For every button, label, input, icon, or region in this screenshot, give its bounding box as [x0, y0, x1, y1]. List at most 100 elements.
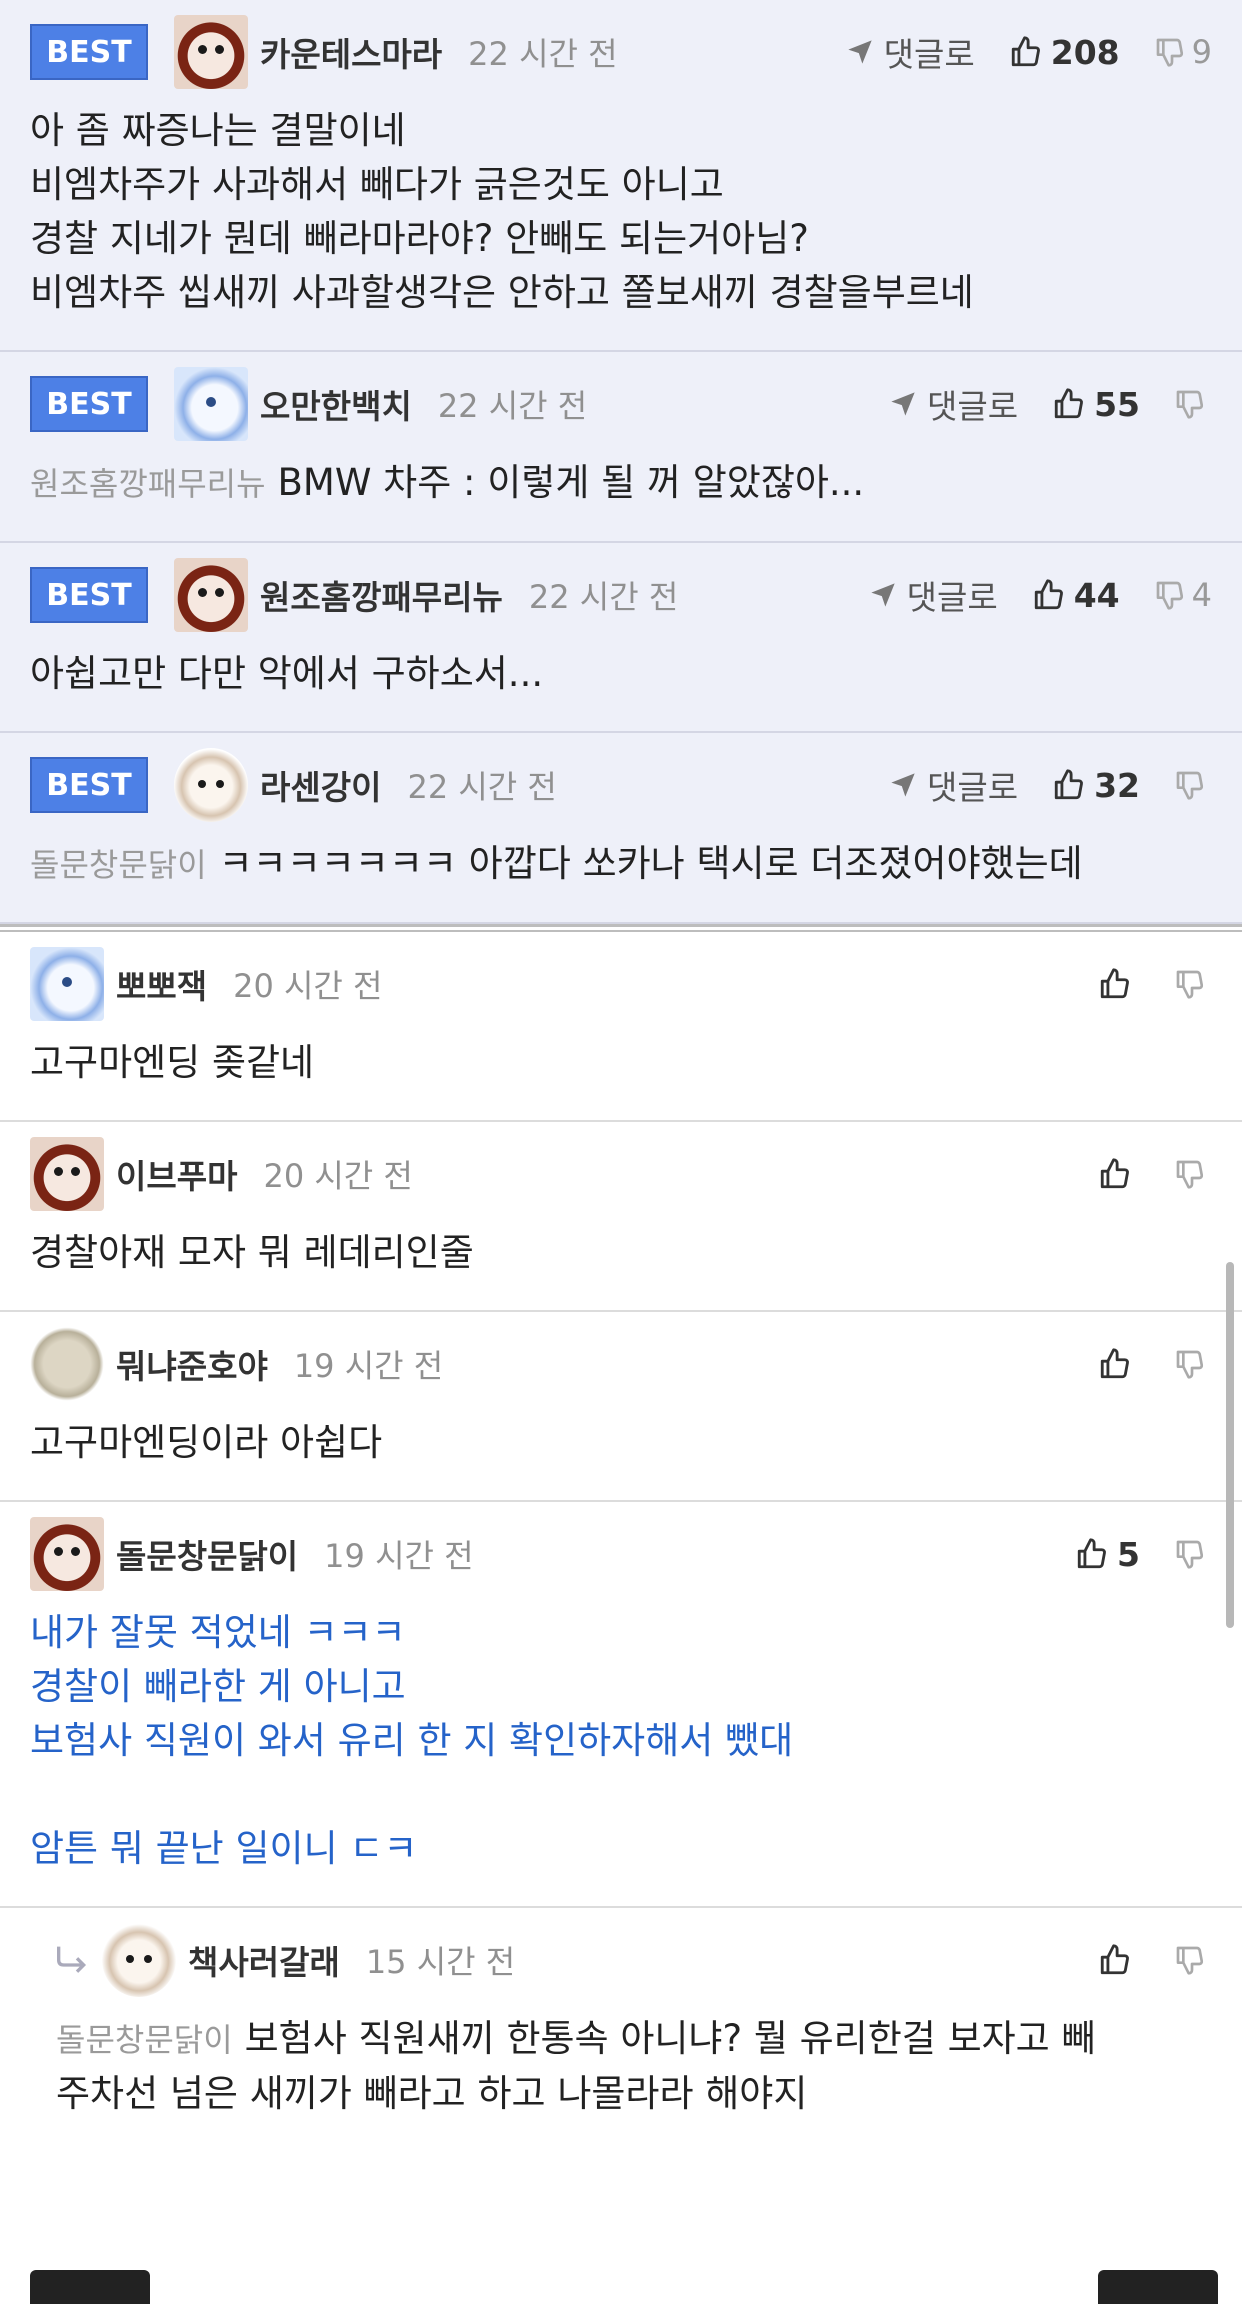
puppy-icon[interactable] — [174, 748, 248, 822]
like-button[interactable]: 44 — [1032, 576, 1120, 615]
best-badge: BEST — [30, 757, 148, 813]
thumbs-down-icon — [1174, 1538, 1212, 1570]
comment-text: 경찰아재 모자 뭐 레데리인줄 — [30, 1231, 474, 1274]
comment-body: 돌문창문닭이 보험사 직원새끼 한통속 아니냐? 뭘 유리한걸 보자고 빼 주차선 … — [26, 2012, 1242, 2151]
mention-ref[interactable]: 원조홈깡패무리뉴 — [30, 465, 266, 503]
dog-icon[interactable] — [30, 1517, 104, 1591]
reply-button[interactable]: 댓글로 — [846, 28, 975, 76]
dislike-button[interactable] — [1174, 388, 1212, 420]
dislike-button[interactable] — [1174, 1348, 1212, 1380]
reply-button[interactable]: 댓글로 — [889, 761, 1018, 809]
dislike-button[interactable] — [1174, 1944, 1212, 1976]
like-button[interactable]: 208 — [1009, 33, 1120, 72]
comment-line: 돌문창문닭이 보험사 직원새끼 한통속 아니냐? 뭘 유리한걸 보자고 빼 — [56, 2012, 1212, 2067]
author-nickname[interactable]: 카운테스마라 — [260, 28, 442, 76]
dog-icon[interactable] — [174, 15, 248, 89]
bottom-left-button[interactable] — [30, 2270, 150, 2304]
thumbs-up-icon — [1075, 1537, 1117, 1571]
dislike-button[interactable] — [1174, 1538, 1212, 1570]
author-nickname[interactable]: 이브푸마 — [116, 1150, 237, 1198]
comment-actions — [1098, 1347, 1212, 1381]
dislike-button[interactable] — [1174, 769, 1212, 801]
reply-thread: 책사러갈래 15 시간 전 돌문창문닭이 보험사 직원새끼 한통속 아니냐? 뭘 유리… — [0, 1908, 1242, 2151]
comment-actions — [1098, 967, 1212, 1001]
comment-author: 뭐냐준호야 19 시간 전 — [30, 1327, 1098, 1401]
like-button[interactable] — [1098, 1157, 1140, 1191]
comment: 뽀뽀잭 20 시간 전고구마엔딩 좆같네 — [0, 932, 1242, 1122]
thumbs-up-icon — [1032, 578, 1074, 612]
comment-line: 아 좀 짜증나는 결말이네 — [30, 104, 1212, 158]
comment-time: 20 시간 전 — [233, 967, 383, 1005]
comment: 책사러갈래 15 시간 전 돌문창문닭이 보험사 직원새끼 한통속 아니냐? 뭘 유리… — [26, 1908, 1242, 2151]
comment-body: 아 좀 짜증나는 결말이네비엠차주가 사과해서 빼다가 긁은것도 아니고경찰 지… — [0, 104, 1242, 350]
thumbs-down-icon — [1154, 579, 1192, 611]
reply-label: 댓글로 — [906, 578, 998, 617]
thumbs-down-icon — [1174, 769, 1212, 801]
dislike-count: 9 — [1191, 33, 1212, 71]
dislike-button[interactable] — [1174, 1158, 1212, 1190]
like-button[interactable]: 32 — [1052, 766, 1140, 805]
best-comment: BEST 카운테스마라 22 시간 전 댓글로 208 9 아 좀 짜증나는 결말이네 비엠차… — [0, 0, 1242, 352]
author-nickname[interactable]: 뭐냐준호야 — [116, 1340, 268, 1388]
scrollbar[interactable] — [1226, 1262, 1234, 1628]
best-badge: BEST — [30, 567, 148, 623]
thumbs-up-icon — [1098, 967, 1140, 1001]
author-nickname[interactable]: 돌문창문닭이 — [116, 1530, 298, 1578]
comment-meta: BEST 원조홈깡패무리뉴 22 시간 전 댓글로 44 4 — [0, 543, 1242, 647]
comment-actions: 댓글로 44 4 — [869, 571, 1212, 619]
comment-line: 보험사 직원이 와서 유리 한 지 확인하자해서 뺐대 — [30, 1714, 1212, 1768]
blob-icon[interactable] — [30, 1327, 104, 1401]
comment-time: 22 시간 전 — [468, 35, 618, 73]
comment-line: 비엠차주 씹새끼 사과할생각은 안하고 쫄보새끼 경찰을부르네 — [30, 266, 1212, 320]
comment-text: ㅋㅋㅋㅋㅋㅋㅋ 아깝다 쏘카나 택시로 더조졌어야했는데 — [218, 842, 1083, 885]
comment-text: 경찰이 빼라한 게 아니고 — [30, 1665, 406, 1708]
reply-label: 댓글로 — [926, 768, 1019, 807]
comment-text: 고구마엔딩 좆같네 — [30, 1041, 315, 1084]
comment-text: 비엠차주가 사과해서 빼다가 긁은것도 아니고 — [30, 163, 724, 206]
comment-text: 보험사 직원새끼 한통속 아니냐? 뭘 유리한걸 보자고 빼 — [244, 2017, 1096, 2060]
comment-body: 경찰아재 모자 뭐 레데리인줄 — [0, 1226, 1242, 1310]
dog-icon[interactable] — [174, 558, 248, 632]
author-nickname[interactable]: 오만한백치 — [260, 380, 412, 428]
comment-meta: 돌문창문닭이 19 시간 전 5 — [0, 1502, 1242, 1606]
like-button[interactable]: 55 — [1052, 385, 1140, 424]
comment-text: 경찰 지네가 뭔데 빼라마라야? 안빼도 되는거아님? — [30, 217, 809, 260]
thumbs-down-icon — [1174, 968, 1212, 1000]
author-nickname[interactable]: 뽀뽀잭 — [116, 960, 207, 1008]
comment-actions — [1098, 1943, 1212, 1977]
mention-ref[interactable]: 돌문창문닭이 — [30, 846, 207, 884]
send-arrow-icon — [846, 38, 884, 66]
comment-line: 원조홈깡패무리뉴 BMW 차주 : 이렇게 될 꺼 알았잖아... — [30, 456, 1212, 511]
like-button[interactable] — [1098, 1347, 1140, 1381]
ghost-icon[interactable] — [174, 367, 248, 441]
dislike-button[interactable]: 4 — [1154, 576, 1212, 614]
thumbs-down-icon — [1174, 1158, 1212, 1190]
comment-line: 내가 잘못 적었네 ㅋㅋㅋ — [30, 1606, 1212, 1660]
comment-text: 내가 잘못 적었네 ㅋㅋㅋ — [30, 1611, 406, 1654]
comment-meta: BEST 라센강이 22 시간 전 댓글로 32 — [0, 733, 1242, 837]
ghost-icon[interactable] — [30, 947, 104, 1021]
mention-ref[interactable]: 돌문창문닭이 — [56, 2021, 233, 2059]
like-count: 32 — [1094, 765, 1140, 805]
reply-button[interactable]: 댓글로 — [889, 380, 1018, 428]
send-arrow-icon — [869, 581, 907, 609]
like-button[interactable]: 5 — [1075, 1535, 1140, 1574]
thumbs-up-icon — [1098, 1347, 1140, 1381]
dislike-button[interactable] — [1174, 968, 1212, 1000]
author-nickname[interactable]: 라센강이 — [260, 761, 381, 809]
like-count: 208 — [1050, 32, 1120, 72]
comment-text: 비엠차주 씹새끼 사과할생각은 안하고 쫄보새끼 경찰을부르네 — [30, 271, 974, 314]
like-button[interactable] — [1098, 967, 1140, 1001]
dog-icon[interactable] — [30, 1137, 104, 1211]
author-nickname[interactable]: 책사러갈래 — [188, 1936, 340, 1984]
like-count: 44 — [1073, 575, 1120, 615]
comment-author: BEST 원조홈깡패무리뉴 22 시간 전 — [30, 558, 869, 632]
comment-line: 경찰이 빼라한 게 아니고 — [30, 1660, 1212, 1714]
dislike-button[interactable]: 9 — [1154, 33, 1212, 71]
like-count: 55 — [1094, 384, 1140, 424]
reply-button[interactable]: 댓글로 — [869, 571, 998, 619]
puppy-icon[interactable] — [102, 1923, 176, 1997]
author-nickname[interactable]: 원조홈깡패무리뉴 — [260, 571, 503, 619]
like-button[interactable] — [1098, 1943, 1140, 1977]
bottom-right-button[interactable] — [1098, 2270, 1218, 2304]
